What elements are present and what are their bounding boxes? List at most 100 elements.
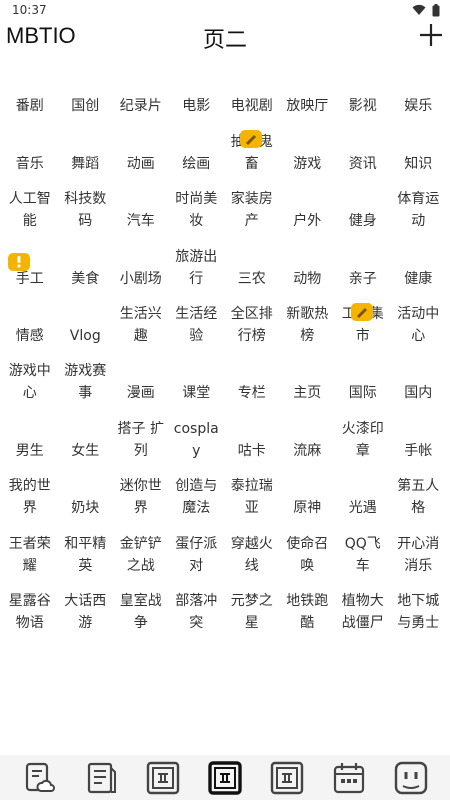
category-item[interactable]: 亲子 — [335, 240, 391, 297]
category-item[interactable]: 三农 — [224, 240, 280, 297]
category-label: 部落冲突 — [175, 592, 218, 631]
category-item[interactable]: 专栏 — [224, 355, 280, 412]
category-item[interactable]: 创造与魔法 — [169, 470, 225, 527]
category-item[interactable]: 电影 — [169, 68, 225, 125]
category-item[interactable]: 体育运动 — [391, 183, 447, 240]
category-item[interactable]: 美食 — [58, 240, 114, 297]
category-item[interactable]: 星露谷物语 — [2, 585, 58, 642]
category-label: cosplay — [173, 420, 219, 459]
category-item[interactable]: 生活经验 — [169, 298, 225, 355]
category-item[interactable]: 部落冲突 — [169, 585, 225, 642]
category-item[interactable]: 健康 — [391, 240, 447, 297]
category-item[interactable]: 新歌热榜 — [280, 298, 336, 355]
category-item[interactable]: 情感 — [2, 298, 58, 355]
category-item[interactable]: 迷你世界 — [113, 470, 169, 527]
add-button[interactable] — [418, 22, 444, 48]
category-item[interactable]: 主页 — [280, 355, 336, 412]
category-item[interactable]: 资讯 — [335, 125, 391, 182]
category-item[interactable]: 游戏赛事 — [58, 355, 114, 412]
category-item[interactable]: 搭子 扩列 — [113, 412, 169, 469]
category-item[interactable]: 抽象鬼畜 — [224, 125, 280, 182]
category-item[interactable]: 国际 — [335, 355, 391, 412]
status-time: 10:37 — [12, 3, 47, 17]
category-item[interactable]: 旅游出行 — [169, 240, 225, 297]
category-item[interactable]: 动物 — [280, 240, 336, 297]
category-item[interactable]: 绘画 — [169, 125, 225, 182]
category-label: 生活兴趣 — [119, 305, 162, 344]
category-item[interactable]: 科技数码 — [58, 183, 114, 240]
category-item[interactable]: 元梦之星 — [224, 585, 280, 642]
category-item[interactable]: 地铁跑酷 — [280, 585, 336, 642]
category-item[interactable]: 影视 — [335, 68, 391, 125]
category-item[interactable]: 第五人格 — [391, 470, 447, 527]
category-item[interactable]: 家装房产 — [224, 183, 280, 240]
category-item[interactable]: 开心消消乐 — [391, 527, 447, 584]
category-item[interactable]: 动画 — [113, 125, 169, 182]
category-item[interactable]: Vlog — [58, 298, 114, 355]
category-item[interactable]: 国创 — [58, 68, 114, 125]
category-item[interactable]: 咕卡 — [224, 412, 280, 469]
category-item[interactable]: 大话西游 — [58, 585, 114, 642]
category-item[interactable]: 我的世界 — [2, 470, 58, 527]
category-item[interactable]: 纪录片 — [113, 68, 169, 125]
wifi-icon — [412, 4, 426, 15]
category-item[interactable]: 小剧场 — [113, 240, 169, 297]
nav-notes-cloud[interactable] — [19, 758, 59, 798]
category-item[interactable]: 课堂 — [169, 355, 225, 412]
category-item[interactable]: 放映厅 — [280, 68, 336, 125]
category-item[interactable]: 游戏中心 — [2, 355, 58, 412]
category-item[interactable]: 女生 — [58, 412, 114, 469]
category-label: 创造与魔法 — [175, 478, 218, 517]
category-item[interactable]: 使命召唤 — [280, 527, 336, 584]
category-item[interactable]: 活动中心 — [391, 298, 447, 355]
category-item[interactable]: 光遇 — [335, 470, 391, 527]
category-item[interactable]: 游戏 — [280, 125, 336, 182]
category-item[interactable]: 和平精英 — [58, 527, 114, 584]
category-item[interactable]: 户外 — [280, 183, 336, 240]
category-item[interactable]: 时尚美妆 — [169, 183, 225, 240]
category-item[interactable]: 手帐 — [391, 412, 447, 469]
category-item[interactable]: 电视剧 — [224, 68, 280, 125]
category-item[interactable]: 蛋仔派对 — [169, 527, 225, 584]
category-item[interactable]: 舞蹈 — [58, 125, 114, 182]
nav-notebook[interactable] — [81, 758, 121, 798]
tile-icon — [269, 760, 305, 796]
category-item[interactable]: 地下城与勇士 — [391, 585, 447, 642]
category-item[interactable]: 工坊集市 — [335, 298, 391, 355]
category-item[interactable]: 健身 — [335, 183, 391, 240]
category-item[interactable]: 知识 — [391, 125, 447, 182]
category-grid: 番剧 国创 纪录片 电影 电视剧放映厅 影视 娱乐音乐 舞蹈 动画 绘画抽象鬼畜游戏 资讯 知识人工智… — [2, 68, 446, 642]
nav-calendar[interactable] — [329, 758, 369, 798]
category-label: 金铲铲之战 — [119, 535, 162, 574]
nav-page-two[interactable] — [205, 758, 245, 798]
category-item[interactable]: 人工智能 — [2, 183, 58, 240]
category-item[interactable]: 手工 — [2, 240, 58, 297]
category-label: 元梦之星 — [230, 592, 273, 631]
category-item[interactable]: 穿越火线 — [224, 527, 280, 584]
category-item[interactable]: 娱乐 — [391, 68, 447, 125]
category-item[interactable]: 泰拉瑞亚 — [224, 470, 280, 527]
nav-robot[interactable] — [391, 758, 431, 798]
category-item[interactable]: 漫画 — [113, 355, 169, 412]
category-item[interactable]: 音乐 — [2, 125, 58, 182]
category-item[interactable]: 金铲铲之战 — [113, 527, 169, 584]
category-item[interactable]: 全区排行榜 — [224, 298, 280, 355]
category-item[interactable]: 流麻 — [280, 412, 336, 469]
category-item[interactable]: 植物大战僵尸 — [335, 585, 391, 642]
nav-page-three[interactable] — [267, 758, 307, 798]
category-item[interactable]: 男生 — [2, 412, 58, 469]
nav-page-one[interactable] — [143, 758, 183, 798]
bottom-nav — [0, 755, 450, 800]
category-item[interactable]: 火漆印章 — [335, 412, 391, 469]
category-item[interactable]: 汽车 — [113, 183, 169, 240]
category-item[interactable]: cosplay — [169, 412, 225, 469]
category-item[interactable]: 生活兴趣 — [113, 298, 169, 355]
category-item[interactable]: 奶块 — [58, 470, 114, 527]
category-item[interactable]: 原神 — [280, 470, 336, 527]
category-item[interactable]: QQ飞车 — [335, 527, 391, 584]
category-item[interactable]: 皇室战争 — [113, 585, 169, 642]
category-label: 纪录片 — [119, 98, 162, 115]
category-item[interactable]: 国内 — [391, 355, 447, 412]
category-item[interactable]: 王者荣耀 — [2, 527, 58, 584]
category-item[interactable]: 番剧 — [2, 68, 58, 125]
